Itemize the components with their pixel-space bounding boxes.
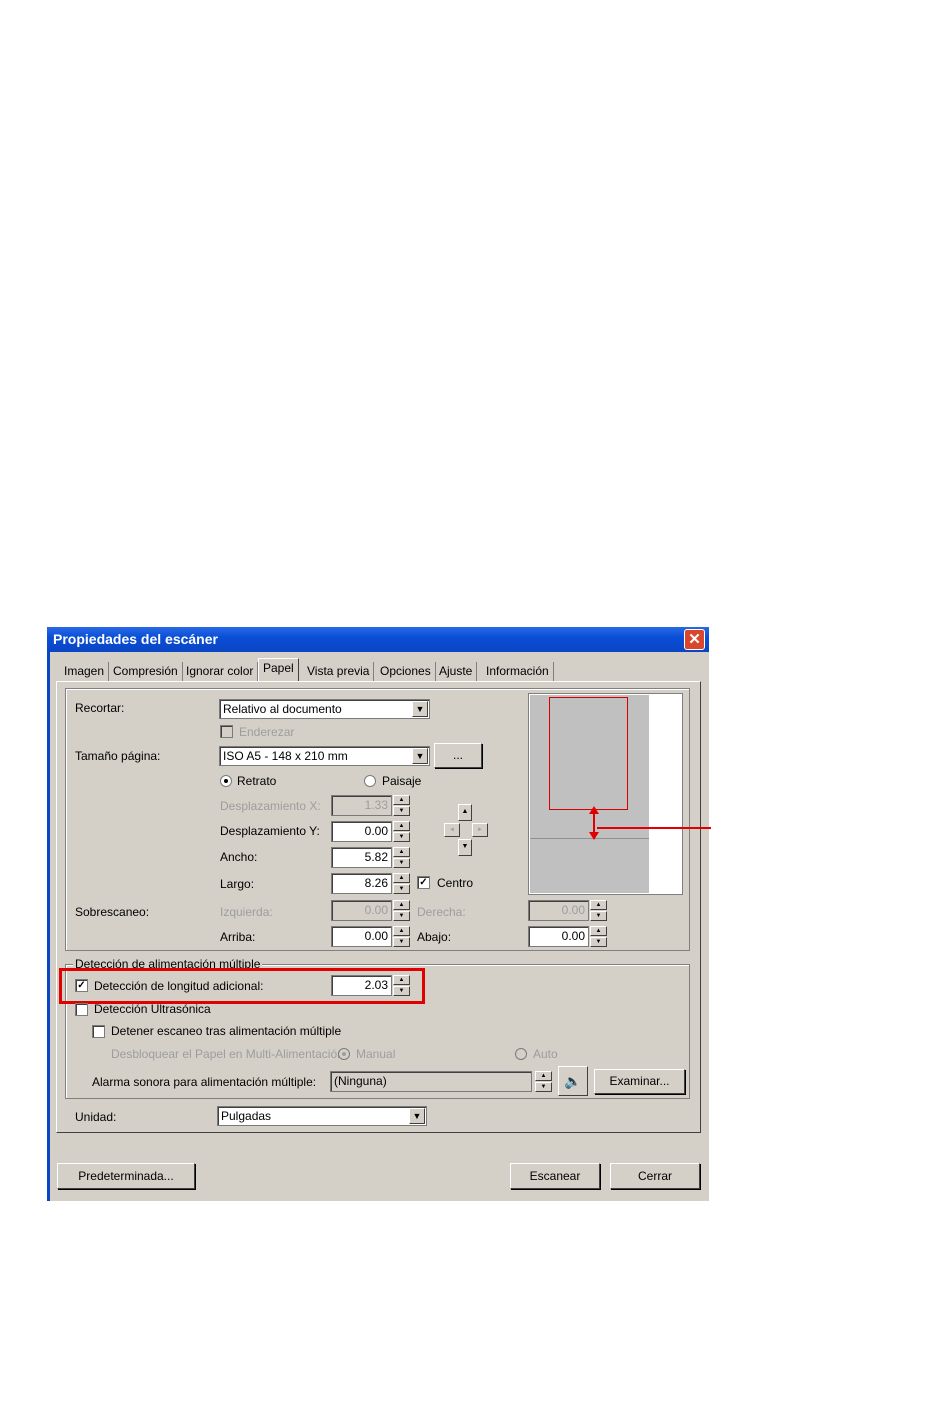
tab-compresion[interactable]: Compresión: [109, 662, 183, 681]
chevron-down-icon[interactable]: ▼: [409, 1108, 425, 1124]
auto-label: Auto: [533, 1047, 558, 1061]
unidad-label: Unidad:: [75, 1110, 117, 1124]
despx-label: Desplazamiento X:: [220, 799, 321, 813]
auto-radio[interactable]: [515, 1048, 527, 1060]
enderezar-checkbox[interactable]: [220, 725, 233, 738]
abajo-label: Abajo:: [417, 930, 452, 944]
centro-checkbox[interactable]: ✓: [417, 876, 430, 889]
page-outline: [549, 697, 628, 810]
alarma-stepper[interactable]: ▲ ▼: [535, 1071, 552, 1092]
tab-papel[interactable]: Papel: [258, 658, 299, 682]
detener-label: Detener escaneo tras alimentación múltip…: [111, 1024, 342, 1038]
largo-label: Largo:: [220, 877, 255, 891]
sobrescaneo-label: Sobrescaneo:: [75, 905, 150, 919]
arriba-label: Arriba:: [220, 930, 256, 944]
longitud-label: Detección de longitud adicional:: [94, 979, 264, 993]
retrato-label: Retrato: [237, 774, 277, 788]
paisaje-radio[interactable]: [364, 775, 376, 787]
izquierda-field[interactable]: 0.00: [331, 900, 392, 921]
arriba-stepper[interactable]: ▲ ▼: [393, 926, 410, 947]
despy-field[interactable]: 0.00: [331, 821, 392, 842]
tamano-value: ISO A5 - 148 x 210 mm: [223, 749, 348, 763]
largo-stepper[interactable]: ▲ ▼: [393, 873, 410, 894]
longitud-checkbox[interactable]: ✓: [75, 979, 88, 992]
move-left-button[interactable]: ◄: [444, 823, 460, 837]
recortar-value: Relativo al documento: [223, 702, 342, 716]
despy-label: Desplazamiento Y:: [220, 824, 320, 838]
enderezar-label: Enderezar: [239, 725, 295, 739]
desbloquear-label: Desbloquear el Papel en Multi-Alimentaci…: [111, 1047, 344, 1061]
alarma-field[interactable]: (Ninguna): [330, 1071, 532, 1092]
browse-size-button[interactable]: ...: [434, 743, 482, 768]
chevron-down-icon[interactable]: ▼: [412, 748, 428, 764]
derecha-stepper[interactable]: ▲ ▼: [590, 900, 607, 921]
tab-ajuste[interactable]: Ajuste: [435, 662, 478, 681]
cerrar-button[interactable]: Cerrar: [610, 1163, 700, 1189]
tab-imagen[interactable]: Imagen: [60, 662, 110, 681]
page-preview: [528, 693, 683, 895]
speaker-icon[interactable]: 🔈: [558, 1066, 588, 1096]
ancho-field[interactable]: 5.82: [331, 847, 392, 868]
tab-vista-previa[interactable]: Vista previa: [303, 662, 375, 681]
abajo-field[interactable]: 0.00: [528, 926, 589, 947]
tab-opciones[interactable]: Opciones: [376, 662, 436, 681]
retrato-radio[interactable]: [220, 775, 232, 787]
largo-field[interactable]: 8.26: [331, 873, 392, 894]
manual-radio[interactable]: [338, 1048, 350, 1060]
window-border: [47, 652, 50, 1201]
ancho-label: Ancho:: [220, 850, 258, 864]
centro-label: Centro: [437, 876, 474, 890]
move-up-button[interactable]: ▲: [458, 804, 472, 821]
manual-label: Manual: [356, 1047, 396, 1061]
paisaje-label: Paisaje: [382, 774, 422, 788]
examinar-button[interactable]: Examinar...: [594, 1069, 685, 1094]
move-right-button[interactable]: ►: [472, 823, 488, 837]
derecha-field[interactable]: 0.00: [528, 900, 589, 921]
annotation-arrow: [589, 806, 711, 840]
ultrasonica-checkbox[interactable]: [75, 1003, 88, 1016]
ancho-stepper[interactable]: ▲ ▼: [393, 847, 410, 868]
chevron-down-icon[interactable]: ▼: [412, 701, 428, 717]
close-button[interactable]: ✕: [684, 629, 705, 650]
title-bar[interactable]: Propiedades del escáner ✕: [47, 627, 709, 652]
unidad-select[interactable]: Pulgadas ▼: [217, 1106, 427, 1126]
longitud-stepper[interactable]: ▲ ▼: [393, 975, 410, 996]
tab-informacion[interactable]: Información: [482, 662, 554, 681]
dialog-title: Propiedades del escáner: [53, 631, 218, 647]
move-down-button[interactable]: ▼: [458, 839, 472, 856]
izquierda-label: Izquierda:: [220, 905, 273, 919]
detener-checkbox[interactable]: [92, 1025, 105, 1038]
alarma-label: Alarma sonora para alimentación múltiple…: [92, 1075, 317, 1089]
despy-stepper[interactable]: ▲ ▼: [393, 821, 410, 842]
escanear-button[interactable]: Escanear: [510, 1163, 600, 1189]
despx-field[interactable]: 1.33: [331, 795, 392, 816]
unidad-value: Pulgadas: [221, 1109, 272, 1123]
recortar-select[interactable]: Relativo al documento ▼: [219, 699, 430, 719]
tamano-label: Tamaño página:: [75, 749, 161, 763]
longitud-field[interactable]: 2.03: [331, 975, 392, 996]
derecha-label: Derecha:: [417, 905, 466, 919]
tamano-select[interactable]: ISO A5 - 148 x 210 mm ▼: [219, 746, 430, 766]
abajo-stepper[interactable]: ▲ ▼: [590, 926, 607, 947]
ultrasonica-label: Detección Ultrasónica: [94, 1002, 211, 1016]
izquierda-stepper[interactable]: ▲ ▼: [393, 900, 410, 921]
predeterminada-button[interactable]: Predeterminada...: [57, 1163, 195, 1189]
despx-stepper[interactable]: ▲ ▼: [393, 795, 410, 816]
tab-ignorar-color[interactable]: Ignorar color: [182, 662, 259, 681]
arriba-field[interactable]: 0.00: [331, 926, 392, 947]
recortar-label: Recortar:: [75, 701, 125, 715]
